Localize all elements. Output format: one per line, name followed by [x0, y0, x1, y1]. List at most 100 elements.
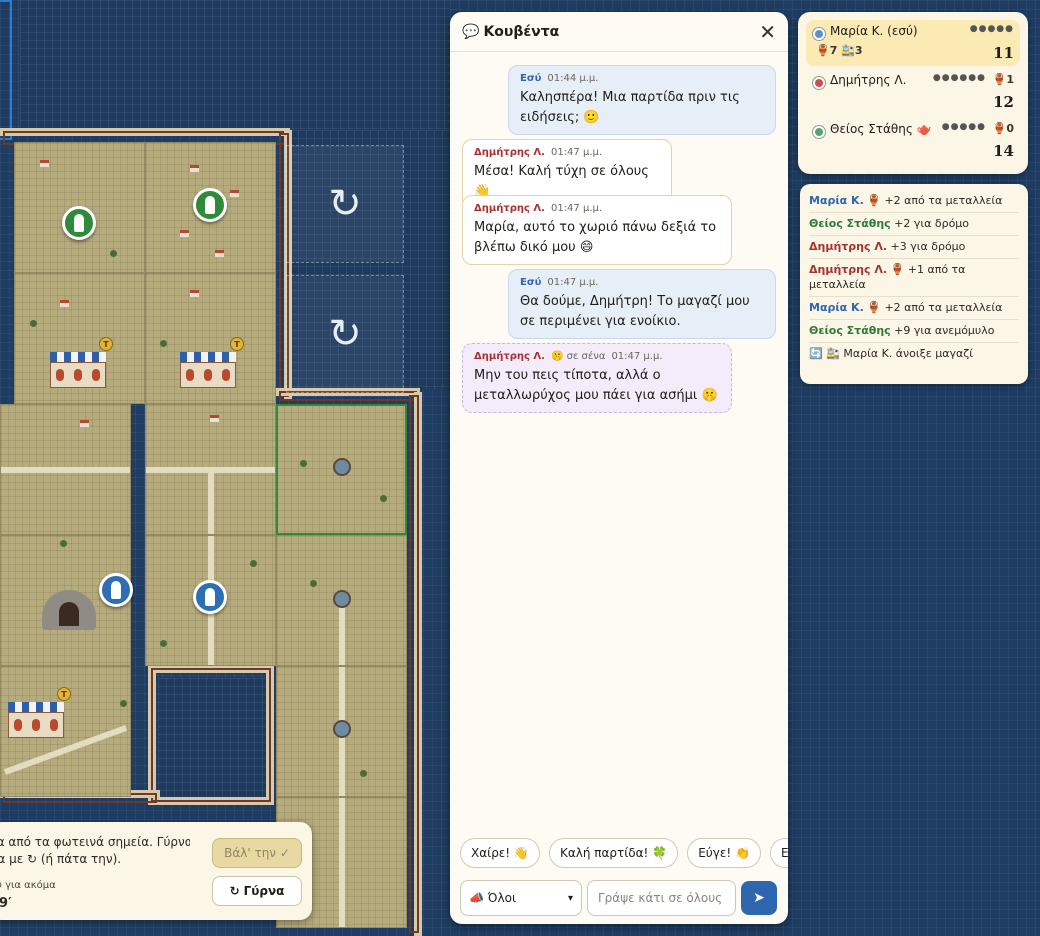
player-row: Θείος Στάθης 🫖 ●●●●● 🏺0 14: [806, 118, 1020, 164]
blue-meeple: [99, 573, 133, 607]
tree: [300, 460, 307, 467]
turn-timer: 59′: [0, 896, 12, 911]
chat-message: Δημήτρης Λ. 01:47 μ.μ. Μαρία, αυτό το χωρ…: [462, 195, 732, 265]
chat-composer: 📣 Όλοι ▾ ➤: [460, 880, 778, 916]
placement-spot[interactable]: ↻: [286, 275, 404, 393]
message-time: 01:47 μ.μ.: [550, 203, 603, 214]
player-resources: 🏺0: [992, 122, 1014, 135]
player-row: Μαρία Κ. (εσύ) ●●●●● 🏺7 🚉3 11: [806, 20, 1020, 66]
player-row: Δημήτρης Λ. ●●●●●● 🏺1 12: [806, 69, 1020, 115]
market-stall: [8, 702, 64, 746]
house: [60, 300, 69, 307]
event-log[interactable]: Μαρία Κ. 🏺 +2 από τα μεταλλεία Θείος Στά…: [800, 184, 1028, 384]
well: [333, 720, 351, 738]
board-tile: [0, 404, 131, 535]
message-text: Καλησπέρα! Μια παρτίδα πριν τις ειδήσεις…: [520, 90, 740, 125]
player-pips: ●●●●●: [969, 24, 1014, 34]
market-stall: [180, 352, 236, 396]
message-sender: Εσύ: [520, 73, 542, 84]
log-entry: Μαρία Κ. 🏺 +2 από τα μεταλλεία: [809, 190, 1019, 213]
chat-title: Κουβέντα: [483, 23, 560, 40]
player-pips: ●●●●●: [941, 122, 986, 132]
house: [230, 190, 239, 197]
tree: [160, 340, 167, 347]
player-resources: 🏺1: [992, 73, 1014, 86]
house: [210, 415, 219, 422]
placement-hint: να από τα φωτεινά σημεία. Γύρνα δα με ↻ …: [0, 835, 190, 866]
message-sender: Δημήτρης Λ.: [474, 147, 545, 158]
log-entry: Μαρία Κ. 🏺 +2 από τα μεταλλεία: [809, 297, 1019, 320]
message-list[interactable]: Εσύ 01:44 μ.μ. Καλησπέρα! Μια παρτίδα πρι…: [450, 53, 788, 833]
tree: [310, 580, 317, 587]
recipient-select[interactable]: 📣 Όλοι ▾: [460, 880, 582, 916]
well: [333, 590, 351, 608]
placement-spot[interactable]: ↻: [286, 145, 404, 263]
quick-reply-chip[interactable]: Ειρ: [770, 838, 788, 868]
send-icon: ➤: [753, 890, 765, 906]
whisper-target: 🤫 σε σένα: [550, 351, 606, 362]
board-tile: [145, 404, 276, 535]
house: [40, 160, 49, 167]
coin-icon: T: [99, 337, 113, 351]
tile-edge-highlight: [0, 0, 12, 140]
tree: [380, 495, 387, 502]
chat-panel: 💬 Κουβέντα ✕ Εσύ 01:44 μ.μ. Καλησπέρα! Μι…: [450, 12, 788, 924]
player-score: 14: [993, 142, 1014, 160]
player-color-dot: [813, 126, 825, 138]
message-text: Μαρία, αυτό το χωριό πάνω δεξιά το βλέπω…: [474, 220, 717, 255]
chat-header: 💬 Κουβέντα ✕: [450, 12, 788, 52]
log-entry: Θείος Στάθης +9 για ανεμόμυλο: [809, 320, 1019, 343]
player-resources: 🏺7 🚉3: [816, 44, 863, 57]
tree: [30, 320, 37, 327]
board-border: [406, 392, 422, 936]
log-entry: Δημήτρης Λ. +3 για δρόμο: [809, 236, 1019, 259]
green-meeple: [193, 188, 227, 222]
tree: [160, 640, 167, 647]
scoreboard: Μαρία Κ. (εσύ) ●●●●● 🏺7 🚉3 11 Δημήτρης Λ…: [798, 12, 1028, 174]
game-board[interactable]: ↻ ↻ T T T να από τα φωτεινά σημεία. Γύρν…: [0, 0, 450, 936]
player-score: 11: [993, 44, 1014, 62]
rotate-icon: ↻: [328, 311, 362, 357]
house: [80, 420, 89, 427]
message-sender: Δημήτρης Λ.: [474, 351, 545, 362]
whisper-message: Δημήτρης Λ. 🤫 σε σένα 01:47 μ.μ. Μην του π…: [462, 343, 732, 413]
log-entry: Δημήτρης Λ. 🏺 +1 από τα μεταλλεία: [809, 259, 1019, 297]
tree: [110, 250, 117, 257]
placement-subtext: ου για ακόμα: [0, 880, 56, 891]
message-time: 01:44 μ.μ.: [547, 73, 599, 84]
house: [215, 250, 224, 257]
message-sender: Εσύ: [520, 277, 542, 288]
player-name: Θείος Στάθης 🫖: [830, 122, 932, 136]
place-tile-button[interactable]: Βάλ' την ✓: [212, 838, 302, 868]
board-border: [148, 665, 274, 805]
tree: [120, 700, 127, 707]
rotate-icon: ↻: [229, 884, 240, 898]
well: [333, 458, 351, 476]
quick-reply-chip[interactable]: Χαίρε! 👋: [460, 838, 540, 868]
rotate-tile-button[interactable]: ↻ Γύρνα: [212, 876, 302, 906]
house: [190, 165, 199, 172]
rotate-icon: ↻: [328, 181, 362, 227]
message-text: Μην του πεις τίποτα, αλλά ο μεταλλωρύχος…: [474, 368, 718, 403]
send-button[interactable]: ➤: [741, 881, 777, 915]
chat-input[interactable]: [587, 880, 736, 916]
log-entry: 🔄 🚉 Μαρία Κ. άνοιξε μαγαζί: [809, 347, 973, 360]
chat-message: Εσύ 01:47 μ.μ. Θα δούμε, Δημήτρη! Το μαγα…: [508, 269, 776, 339]
quick-reply-chip[interactable]: Εύγε! 👏: [687, 838, 761, 868]
message-time: 01:47 μ.μ.: [547, 277, 599, 288]
sea-top-left: [20, 0, 450, 130]
rotate-label: Γύρνα: [243, 884, 285, 898]
blue-meeple: [193, 580, 227, 614]
chat-message: Εσύ 01:44 μ.μ. Καλησπέρα! Μια παρτίδα πρι…: [508, 65, 776, 135]
coin-icon: T: [57, 687, 71, 701]
tree: [360, 770, 367, 777]
green-meeple: [62, 206, 96, 240]
speech-bubble-icon: 💬: [462, 23, 480, 40]
quick-reply-chip[interactable]: Καλή παρτίδα! 🍀: [548, 838, 679, 868]
message-time: 01:47 μ.μ.: [611, 351, 663, 362]
player-name: Δημήτρης Λ.: [830, 73, 907, 87]
tree: [60, 540, 67, 547]
close-icon[interactable]: ✕: [759, 20, 776, 44]
placement-panel: να από τα φωτεινά σημεία. Γύρνα δα με ↻ …: [0, 822, 312, 920]
market-stall: [50, 352, 106, 396]
